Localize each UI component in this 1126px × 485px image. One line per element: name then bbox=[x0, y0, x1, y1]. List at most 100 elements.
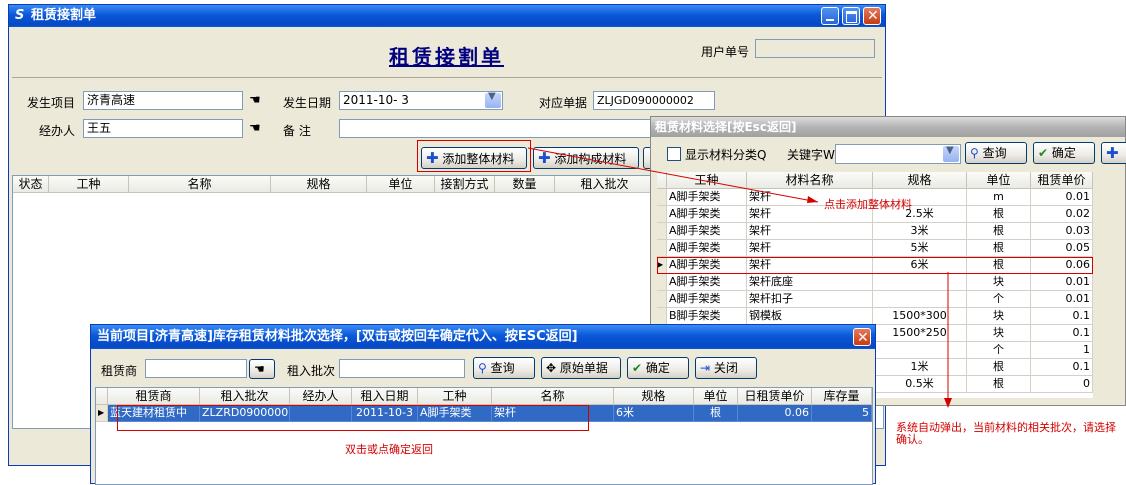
batch-input[interactable] bbox=[339, 359, 465, 378]
col-status[interactable]: 状态 bbox=[13, 176, 49, 193]
material-cell-unit[interactable]: m bbox=[967, 189, 1031, 206]
col-spec[interactable]: 规格 bbox=[271, 176, 367, 193]
lessor-pick-button[interactable]: ☚ bbox=[249, 359, 275, 379]
material-add-button[interactable]: ✚ bbox=[1101, 142, 1126, 164]
material-cell-price[interactable]: 0.05 bbox=[1031, 240, 1093, 257]
batch-grid[interactable]: 租赁商 租入批次 经办人 租入日期 工种 名称 规格 单位 日租赁单价 库存量 ▶ 蓝天建材租赁中 Z… bbox=[95, 387, 873, 485]
row-indicator[interactable] bbox=[657, 308, 667, 325]
row-indicator[interactable] bbox=[657, 291, 667, 308]
material-cell-type[interactable]: B脚手架类 bbox=[667, 308, 747, 325]
handler-input[interactable]: 王五 bbox=[83, 119, 243, 138]
col-unit[interactable]: 单位 bbox=[367, 176, 435, 193]
batch-cell-stock[interactable]: 5 bbox=[812, 405, 872, 422]
material-cell-unit[interactable]: 根 bbox=[967, 206, 1031, 223]
col-split-mode[interactable]: 接割方式 bbox=[435, 176, 495, 193]
material-confirm-button[interactable]: ✔ 确定 bbox=[1033, 142, 1095, 164]
batch-query-button[interactable]: ⚲ 查询 bbox=[473, 357, 535, 379]
material-cell-price[interactable]: 0.03 bbox=[1031, 223, 1093, 240]
material-cell-price[interactable]: 0.01 bbox=[1031, 291, 1093, 308]
batch-close-btn[interactable]: ⇥ 关闭 bbox=[695, 357, 757, 379]
material-cell-type[interactable]: A脚手架类 bbox=[667, 240, 747, 257]
col-batch[interactable]: 租入批次 bbox=[555, 176, 655, 193]
material-cell-price[interactable]: 0.01 bbox=[1031, 274, 1093, 291]
batch-close-button[interactable]: ✕ bbox=[853, 328, 871, 346]
material-cell-type[interactable]: A脚手架类 bbox=[667, 206, 747, 223]
close-button[interactable]: ✕ bbox=[863, 7, 881, 25]
material-cell-name[interactable]: 架杆 bbox=[747, 223, 873, 240]
batch-col-1[interactable]: 租入批次 bbox=[200, 388, 290, 405]
ref-input[interactable]: ZLJGD090000002 bbox=[593, 91, 715, 110]
batch-col-8[interactable]: 日租赁单价 bbox=[738, 388, 812, 405]
row-indicator[interactable] bbox=[657, 189, 667, 206]
material-cell-spec[interactable] bbox=[873, 342, 967, 359]
batch-cell-price[interactable]: 0.06 bbox=[738, 405, 812, 422]
batch-col-7[interactable]: 单位 bbox=[694, 388, 738, 405]
batch-col-9[interactable]: 库存量 bbox=[812, 388, 872, 405]
batch-cell-unit[interactable]: 根 bbox=[694, 405, 738, 422]
mcol-spec[interactable]: 规格 bbox=[873, 172, 967, 189]
material-cell-price[interactable]: 0.1 bbox=[1031, 359, 1093, 376]
batch-col-3[interactable]: 租入日期 bbox=[352, 388, 418, 405]
user-no-input[interactable] bbox=[755, 39, 875, 58]
material-cell-name[interactable]: 架杆扣子 bbox=[747, 291, 873, 308]
batch-col-0[interactable]: 租赁商 bbox=[108, 388, 200, 405]
material-cell-name[interactable]: 架杆 bbox=[747, 240, 873, 257]
col-qty[interactable]: 数量 bbox=[495, 176, 555, 193]
material-cell-spec[interactable]: 1500*300 bbox=[873, 308, 967, 325]
pick-hand-icon-2[interactable]: ☚ bbox=[249, 121, 261, 136]
material-cell-spec[interactable] bbox=[873, 291, 967, 308]
material-cell-name[interactable]: 钢模板 bbox=[747, 308, 873, 325]
material-cell-price[interactable]: 0 bbox=[1031, 376, 1093, 393]
material-cell-spec[interactable]: 1500*250 bbox=[873, 325, 967, 342]
col-name[interactable]: 名称 bbox=[129, 176, 271, 193]
material-cell-unit[interactable]: 根 bbox=[967, 359, 1031, 376]
mcol-price[interactable]: 租赁单价 bbox=[1031, 172, 1093, 189]
show-category-checkbox[interactable] bbox=[667, 147, 681, 161]
row-indicator[interactable] bbox=[657, 223, 667, 240]
lessor-input[interactable] bbox=[145, 359, 247, 378]
material-query-button[interactable]: ⚲ 查询 bbox=[965, 142, 1027, 164]
material-cell-unit[interactable]: 块 bbox=[967, 325, 1031, 342]
col-type[interactable]: 工种 bbox=[49, 176, 129, 193]
mcol-name[interactable]: 材料名称 bbox=[747, 172, 873, 189]
material-cell-type[interactable]: A脚手架类 bbox=[667, 223, 747, 240]
material-cell-price[interactable]: 0.01 bbox=[1031, 189, 1093, 206]
material-cell-price[interactable]: 1 bbox=[1031, 342, 1093, 359]
origin-doc-button[interactable]: ✥ 原始单据 bbox=[541, 357, 621, 379]
batch-col-2[interactable]: 经办人 bbox=[290, 388, 352, 405]
material-cell-unit[interactable]: 根 bbox=[967, 223, 1031, 240]
batch-row-indicator[interactable]: ▶ bbox=[96, 405, 108, 422]
batch-col-4[interactable]: 工种 bbox=[418, 388, 492, 405]
project-input[interactable]: 济青高速 bbox=[83, 91, 243, 110]
row-indicator[interactable] bbox=[657, 274, 667, 291]
material-cell-price[interactable]: 0.1 bbox=[1031, 325, 1093, 342]
date-dropdown-button[interactable]: ▼ bbox=[485, 91, 501, 108]
material-cell-price[interactable]: 0.02 bbox=[1031, 206, 1093, 223]
main-titlebar[interactable]: S 租赁接割单 ✕ bbox=[9, 5, 885, 27]
material-cell-spec[interactable]: 5米 bbox=[873, 240, 967, 257]
batch-confirm-button[interactable]: ✔ 确定 bbox=[627, 357, 689, 379]
material-cell-type[interactable]: A脚手架类 bbox=[667, 189, 747, 206]
batch-titlebar[interactable]: 当前项目[济青高速]库存租赁材料批次选择，[双击或按回车确定代入、按ESC返回]… bbox=[91, 325, 875, 349]
date-input[interactable]: 2011-10- 3 bbox=[339, 91, 503, 110]
material-cell-spec[interactable]: 3米 bbox=[873, 223, 967, 240]
mcol-type[interactable]: 工种 bbox=[667, 172, 747, 189]
batch-col-5[interactable]: 名称 bbox=[492, 388, 614, 405]
material-cell-spec[interactable]: 1米 bbox=[873, 359, 967, 376]
maximize-button[interactable] bbox=[842, 7, 860, 25]
material-cell-unit[interactable]: 个 bbox=[967, 342, 1031, 359]
material-cell-unit[interactable]: 块 bbox=[967, 274, 1031, 291]
material-cell-unit[interactable]: 块 bbox=[967, 308, 1031, 325]
row-indicator[interactable] bbox=[657, 240, 667, 257]
keyword-dropdown-button[interactable]: ▼ bbox=[943, 145, 959, 162]
minimize-button[interactable] bbox=[821, 7, 839, 25]
remark-input[interactable] bbox=[339, 119, 651, 138]
material-cell-unit[interactable]: 根 bbox=[967, 240, 1031, 257]
material-cell-unit[interactable]: 根 bbox=[967, 376, 1031, 393]
add-component-material-button[interactable]: ✚ 添加构成材料 bbox=[533, 147, 639, 169]
batch-cell-spec[interactable]: 6米 bbox=[614, 405, 694, 422]
material-cell-name[interactable]: 架杆底座 bbox=[747, 274, 873, 291]
pick-hand-icon[interactable]: ☚ bbox=[249, 93, 261, 108]
material-cell-type[interactable]: A脚手架类 bbox=[667, 274, 747, 291]
batch-col-6[interactable]: 规格 bbox=[614, 388, 694, 405]
